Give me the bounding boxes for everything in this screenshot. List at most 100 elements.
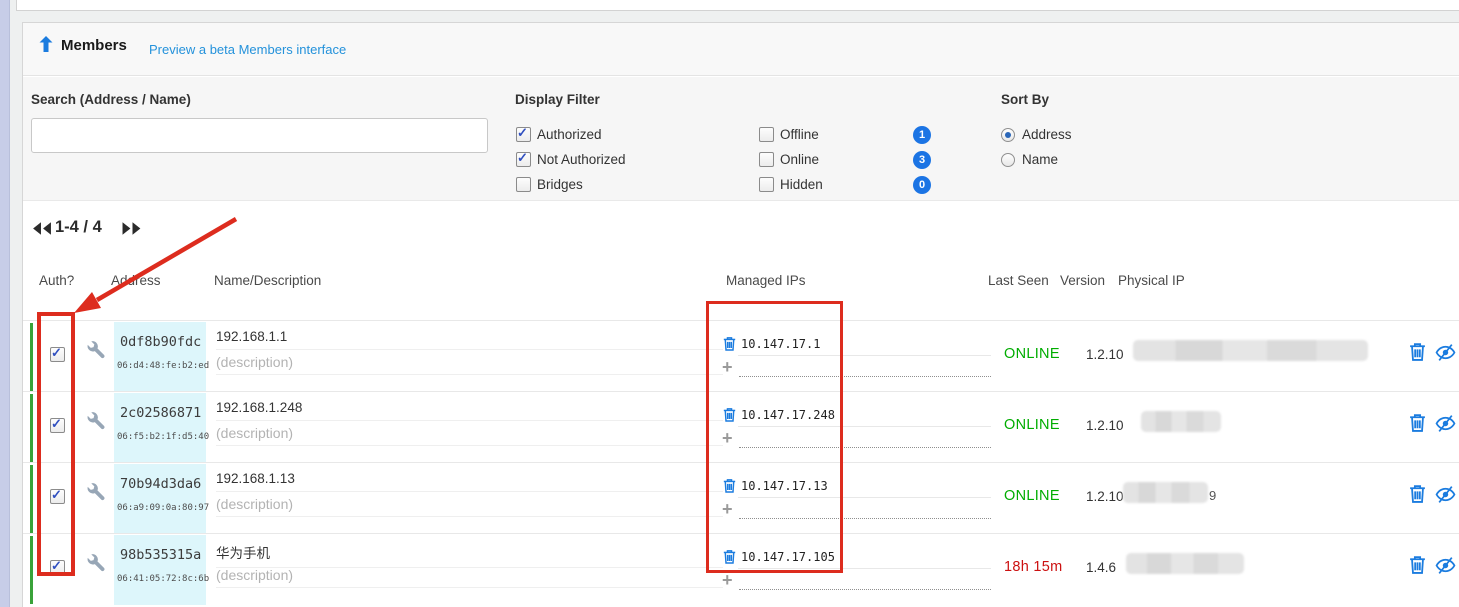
members-panel: Members Preview a beta Members interface… xyxy=(22,22,1459,607)
online-checkbox[interactable]: ✓ xyxy=(759,152,774,167)
search-input[interactable] xyxy=(31,118,488,153)
pagination-range: 1-4 / 4 xyxy=(55,218,102,237)
member-version: 1.2.10 xyxy=(1086,418,1124,433)
last-seen-status: ONLINE xyxy=(1004,488,1060,504)
address-cell: 0df8b90fdc 06:d4:48:fe:b2:ed xyxy=(114,322,206,392)
sort-address-label: Address xyxy=(1022,127,1072,142)
managed-ip: 10.147.17.1 xyxy=(741,337,820,351)
authorized-label: Authorized xyxy=(537,127,602,142)
bridges-checkbox[interactable]: ✓ xyxy=(516,177,531,192)
hidden-count-badge: 0 xyxy=(913,176,931,194)
delete-member-icon[interactable] xyxy=(1409,555,1426,574)
ip-underline xyxy=(738,497,991,498)
settings-wrench-icon[interactable] xyxy=(87,341,106,360)
add-ip-input[interactable] xyxy=(739,363,991,377)
auth-checkbox[interactable]: ✓ xyxy=(50,418,65,433)
member-name-field[interactable]: 192.168.1.13 xyxy=(216,471,723,492)
authorized-indicator xyxy=(30,323,33,391)
member-address[interactable]: 2c02586871 xyxy=(120,405,201,421)
next-page-icon[interactable] xyxy=(122,221,143,236)
member-description-field[interactable]: (description) xyxy=(216,354,723,375)
member-mac: 06:d4:48:fe:b2:ed xyxy=(117,361,209,371)
col-header-managed-ips: Managed IPs xyxy=(726,273,806,288)
previous-page-icon[interactable] xyxy=(31,221,52,236)
check-icon: ✓ xyxy=(51,487,62,502)
filter-section: Search (Address / Name) Display Filter ✓… xyxy=(23,77,1459,201)
add-ip-input[interactable] xyxy=(739,505,991,519)
last-seen-status: ONLINE xyxy=(1004,417,1060,433)
hide-member-icon[interactable] xyxy=(1435,344,1456,361)
not-authorized-label: Not Authorized xyxy=(537,152,626,167)
add-ip-input[interactable] xyxy=(739,576,991,590)
bridges-label: Bridges xyxy=(537,177,583,192)
last-seen-status: ONLINE xyxy=(1004,346,1060,362)
add-ip-icon[interactable]: + xyxy=(722,570,733,591)
col-header-name: Name/Description xyxy=(214,273,321,288)
delete-member-icon[interactable] xyxy=(1409,484,1426,503)
not-authorized-checkbox[interactable]: ✓ xyxy=(516,152,531,167)
authorized-indicator xyxy=(30,536,33,604)
member-description-field[interactable]: (description) xyxy=(216,425,723,446)
address-cell: 98b535315a 06:41:05:72:8c:6b xyxy=(114,535,206,605)
sort-name-label: Name xyxy=(1022,152,1058,167)
collapse-up-arrow-icon[interactable] xyxy=(39,36,53,52)
member-address[interactable]: 70b94d3da6 xyxy=(120,476,201,492)
delete-member-icon[interactable] xyxy=(1409,342,1426,361)
col-header-auth: Auth? xyxy=(39,273,74,288)
ip-underline xyxy=(738,355,991,356)
member-address[interactable]: 98b535315a xyxy=(120,547,201,563)
member-description-field[interactable]: (description) xyxy=(216,567,723,588)
beta-interface-link[interactable]: Preview a beta Members interface xyxy=(149,42,346,57)
member-row: ✓ 98b535315a 06:41:05:72:8c:6b 华为手机 (des… xyxy=(23,533,1459,606)
authorized-checkbox[interactable]: ✓ xyxy=(516,127,531,142)
managed-ip: 10.147.17.13 xyxy=(741,479,828,493)
last-seen-status: 18h 15m xyxy=(1004,559,1063,575)
settings-wrench-icon[interactable] xyxy=(87,483,106,502)
online-count-badge: 3 xyxy=(913,151,931,169)
address-cell: 70b94d3da6 06:a9:09:0a:80:97 xyxy=(114,464,206,534)
members-page: Members Preview a beta Members interface… xyxy=(0,0,1459,607)
physical-ip-redacted xyxy=(1133,340,1368,361)
sort-address-radio[interactable] xyxy=(1001,128,1015,142)
sort-name-radio[interactable] xyxy=(1001,153,1015,167)
add-ip-icon[interactable]: + xyxy=(722,499,733,520)
member-mac: 06:f5:b2:1f:d5:40 xyxy=(117,432,209,442)
auth-checkbox[interactable]: ✓ xyxy=(50,347,65,362)
physical-ip-redacted xyxy=(1126,553,1244,574)
member-name-field[interactable]: 192.168.1.248 xyxy=(216,400,723,421)
delete-ip-icon[interactable] xyxy=(723,478,736,493)
check-icon: ✓ xyxy=(517,125,528,140)
delete-ip-icon[interactable] xyxy=(723,549,736,564)
online-label: Online xyxy=(780,152,819,167)
hide-member-icon[interactable] xyxy=(1435,486,1456,503)
add-ip-icon[interactable]: + xyxy=(722,428,733,449)
hidden-checkbox[interactable]: ✓ xyxy=(759,177,774,192)
delete-ip-icon[interactable] xyxy=(723,336,736,351)
member-name-field[interactable]: 华为手机 xyxy=(216,542,723,568)
delete-member-icon[interactable] xyxy=(1409,413,1426,432)
check-icon: ✓ xyxy=(51,558,62,573)
delete-ip-icon[interactable] xyxy=(723,407,736,422)
hide-member-icon[interactable] xyxy=(1435,415,1456,432)
member-row: ✓ 2c02586871 06:f5:b2:1f:d5:40 192.168.1… xyxy=(23,391,1459,462)
offline-count-badge: 1 xyxy=(913,126,931,144)
member-address[interactable]: 0df8b90fdc xyxy=(120,334,201,350)
settings-wrench-icon[interactable] xyxy=(87,554,106,573)
display-filter-label: Display Filter xyxy=(515,92,600,107)
check-icon: ✓ xyxy=(517,150,528,165)
col-header-version: Version xyxy=(1060,273,1105,288)
check-icon: ✓ xyxy=(51,345,62,360)
member-mac: 06:41:05:72:8c:6b xyxy=(117,574,209,584)
member-description-field[interactable]: (description) xyxy=(216,496,723,517)
member-row: ✓ 70b94d3da6 06:a9:09:0a:80:97 192.168.1… xyxy=(23,462,1459,533)
add-ip-input[interactable] xyxy=(739,434,991,448)
left-sidebar-strip xyxy=(0,0,10,607)
auth-checkbox[interactable]: ✓ xyxy=(50,560,65,575)
offline-checkbox[interactable]: ✓ xyxy=(759,127,774,142)
hide-member-icon[interactable] xyxy=(1435,557,1456,574)
add-ip-icon[interactable]: + xyxy=(722,357,733,378)
settings-wrench-icon[interactable] xyxy=(87,412,106,431)
top-nav-bar xyxy=(16,0,1459,11)
auth-checkbox[interactable]: ✓ xyxy=(50,489,65,504)
member-name-field[interactable]: 192.168.1.1 xyxy=(216,329,723,350)
